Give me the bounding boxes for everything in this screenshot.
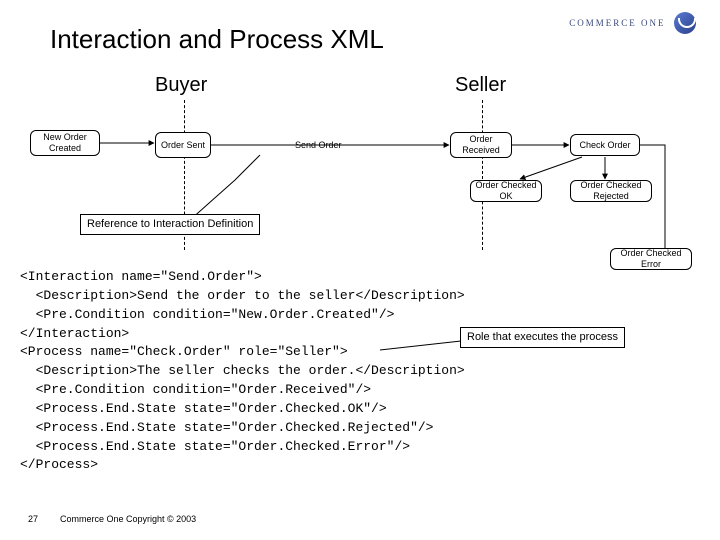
seller-role-label: Seller	[455, 74, 506, 97]
commerce-one-logo: COMMERCE ONE	[569, 12, 696, 34]
state-order-received: Order Received	[450, 132, 512, 158]
message-send-order: Send Order	[295, 140, 342, 150]
callout-reference-definition: Reference to Interaction Definition	[80, 214, 260, 235]
state-check-order: Check Order	[570, 134, 640, 156]
buyer-role-label: Buyer	[155, 74, 207, 97]
slide-number: 27	[28, 514, 38, 524]
logo-mark-icon	[674, 12, 696, 34]
state-new-order-created: New Order Created	[30, 130, 100, 156]
state-order-checked-error: Order Checked Error	[610, 248, 692, 270]
callout-role-executes: Role that executes the process	[460, 327, 625, 348]
copyright-text: Commerce One Copyright © 2003	[60, 514, 196, 524]
seller-lifeline	[482, 100, 483, 250]
state-order-checked-rejected: Order Checked Rejected	[570, 180, 652, 202]
logo-text: COMMERCE ONE	[569, 18, 665, 28]
state-order-sent: Order Sent	[155, 132, 211, 158]
xml-code-block: <Interaction name="Send.Order"> <Descrip…	[20, 268, 465, 475]
state-order-checked-ok: Order Checked OK	[470, 180, 542, 202]
page-title: Interaction and Process XML	[50, 24, 384, 55]
